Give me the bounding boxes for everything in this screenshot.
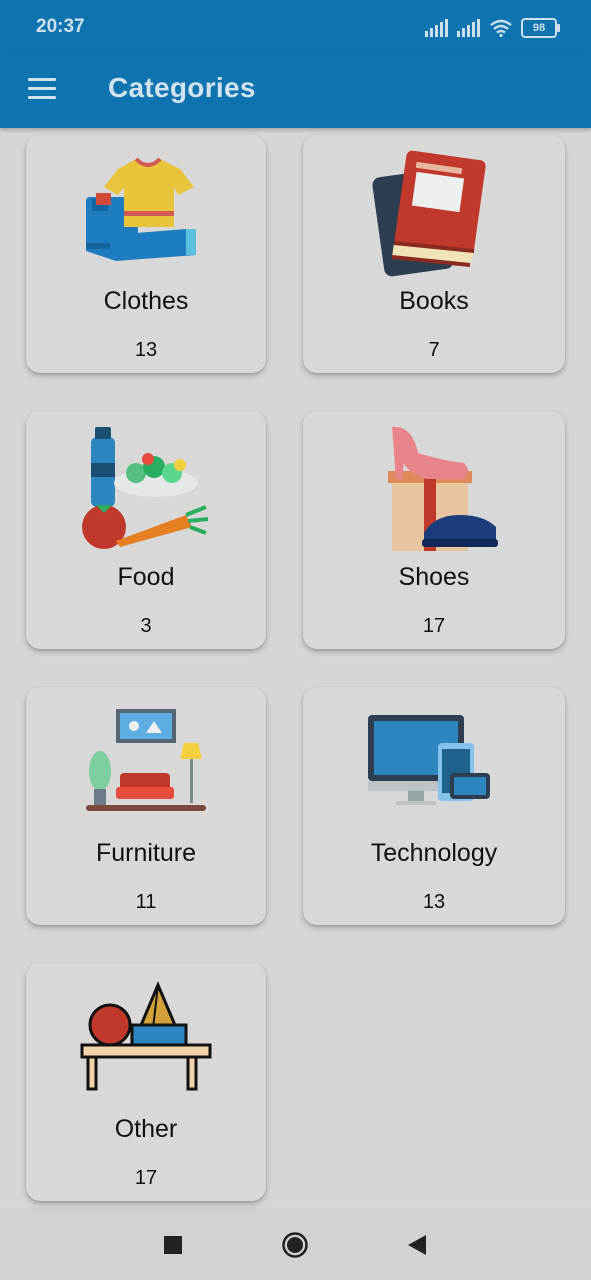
status-bar: 20:37 98 xyxy=(0,0,591,56)
category-card-food[interactable]: Food 3 xyxy=(26,411,266,649)
navigation-bar xyxy=(0,1210,591,1280)
category-card-clothes[interactable]: Clothes 13 xyxy=(26,135,266,373)
technology-icon xyxy=(364,699,504,829)
category-card-furniture[interactable]: Furniture 11 xyxy=(26,687,266,925)
category-name: Shoes xyxy=(398,563,470,591)
recents-icon[interactable] xyxy=(158,1230,188,1260)
wifi-icon xyxy=(490,19,512,37)
food-icon xyxy=(76,423,216,553)
category-card-shoes[interactable]: Shoes 17 xyxy=(303,411,565,649)
category-count: 11 xyxy=(135,891,157,913)
back-icon[interactable] xyxy=(402,1230,432,1260)
status-time: 20:37 xyxy=(36,16,85,37)
shoes-icon xyxy=(364,423,504,553)
category-count: 13 xyxy=(422,891,446,913)
signal-icon xyxy=(425,19,448,37)
category-count: 3 xyxy=(140,615,152,637)
category-name: Other xyxy=(114,1115,178,1143)
category-card-books[interactable]: Books 7 xyxy=(303,135,565,373)
category-name: Furniture xyxy=(95,839,197,867)
clothes-icon xyxy=(76,147,216,277)
category-name: Clothes xyxy=(103,287,189,315)
category-card-technology[interactable]: Technology 13 xyxy=(303,687,565,925)
category-count: 13 xyxy=(134,339,158,361)
category-name: Food xyxy=(117,563,175,591)
category-count: 17 xyxy=(422,615,446,637)
menu-icon[interactable] xyxy=(24,72,62,110)
books-icon xyxy=(364,147,504,277)
category-name: Books xyxy=(399,287,469,315)
page-title: Categories xyxy=(108,72,256,103)
category-count: 17 xyxy=(134,1167,158,1189)
app-bar: Categories xyxy=(0,56,591,128)
category-card-other[interactable]: Other 17 xyxy=(26,963,266,1201)
other-icon xyxy=(76,975,216,1105)
home-icon[interactable] xyxy=(280,1230,310,1260)
category-name: Technology xyxy=(370,839,498,867)
furniture-icon xyxy=(76,699,216,829)
status-icons: 98 xyxy=(425,16,560,40)
signal-icon xyxy=(457,19,480,37)
category-count: 7 xyxy=(428,339,440,361)
battery-icon: 98 xyxy=(521,18,560,38)
